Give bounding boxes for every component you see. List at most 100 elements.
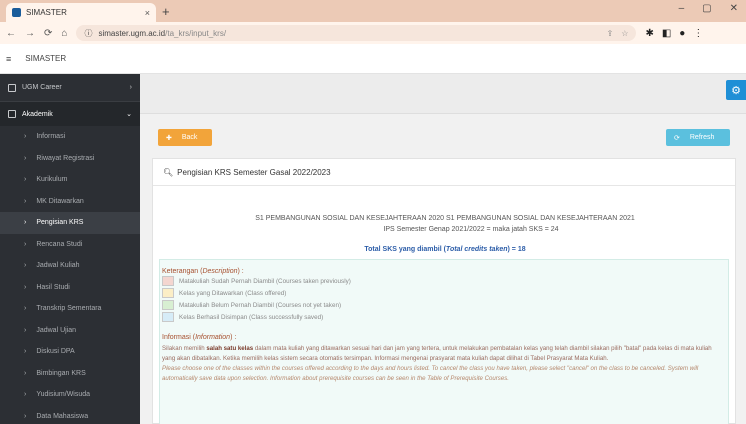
legend-label: Kelas yang Ditawarkan (Class offered) bbox=[179, 289, 287, 297]
sidebar-item-label: Diskusi DPA bbox=[36, 348, 75, 356]
url-field[interactable]: ⓘ simaster.ugm.ac.id/ta_krs/input_krs/ ⇪… bbox=[76, 25, 637, 41]
tab-title: SIMASTER bbox=[26, 8, 67, 17]
sidebar-item-label: Kurikulum bbox=[36, 176, 68, 184]
sidebar-item-label: Data Mahasiswa bbox=[36, 412, 89, 420]
url-host: simaster.ugm.ac.id bbox=[98, 28, 166, 38]
legend-row: Matakuliah Belum Pernah Diambil (Courses… bbox=[160, 299, 728, 311]
info-title-italic: Information bbox=[195, 334, 231, 341]
address-bar-row: ← → ⟳ ⌂ ⓘ simaster.ugm.ac.id/ta_krs/inpu… bbox=[0, 22, 746, 44]
bookmark-star-icon[interactable]: ☆ bbox=[621, 29, 628, 38]
sidebar-item-ugm-career[interactable]: UGM Career › bbox=[0, 74, 140, 102]
arrow-left-icon: ✚ bbox=[166, 134, 172, 142]
legend-label: Kelas Berhasil Disimpan (Class successfu… bbox=[179, 313, 324, 321]
sidebar-item[interactable]: › MK Ditawarkan bbox=[0, 191, 140, 213]
refresh-button-label: Refresh bbox=[689, 134, 715, 141]
sidebar-item-label: Transkrip Sementara bbox=[36, 305, 102, 313]
legend-title-suffix: ) : bbox=[237, 268, 244, 275]
legend-title-prefix: Keterangan ( bbox=[162, 268, 203, 275]
sidebar-item-label: Informasi bbox=[36, 133, 66, 141]
search-icon: 🔍︎ bbox=[163, 167, 174, 177]
sidebar-item[interactable]: › Data Mahasiswa bbox=[0, 406, 140, 424]
legend-swatch bbox=[162, 300, 174, 310]
forward-nav-icon[interactable]: → bbox=[25, 28, 35, 39]
main-content: ⚙ ✚ Back ⟳ Refresh 🔍︎ Pengisian KRS Seme… bbox=[140, 74, 746, 424]
sidebar: UGM Career › Akademik ⌄ › Informasi › Riway… bbox=[0, 74, 140, 424]
profile-icon[interactable]: ● bbox=[679, 28, 685, 39]
share-icon[interactable]: ⇪ bbox=[607, 29, 614, 38]
back-button-label: Back bbox=[181, 134, 198, 141]
sidebar-item[interactable]: › Yudisium/Wisuda bbox=[0, 384, 140, 406]
tab-close-icon[interactable]: × bbox=[145, 8, 150, 18]
chevron-right-icon: › bbox=[24, 391, 27, 399]
sidebar-item[interactable]: › Pengisian KRS bbox=[0, 212, 140, 234]
ips-line: IPS Semester Genap 2021/2022 = maka jata… bbox=[383, 226, 559, 233]
legend-title: Keterangan (Description) : bbox=[160, 268, 728, 275]
browser-menu-icon[interactable]: ⋮ bbox=[693, 28, 703, 39]
chevron-right-icon: › bbox=[24, 154, 27, 162]
sidebar-group-akademik[interactable]: Akademik ⌄ bbox=[0, 102, 140, 126]
legend-swatch bbox=[162, 276, 174, 286]
total-credits: Total SKS yang diambil (Total credits ta… bbox=[153, 246, 737, 253]
sidebar-item[interactable]: › Transkrip Sementara bbox=[0, 298, 140, 320]
legend-swatch bbox=[162, 312, 174, 322]
chevron-right-icon: › bbox=[24, 305, 27, 313]
sidebar-group-label: Akademik bbox=[22, 110, 53, 118]
app-title: SIMASTER bbox=[25, 54, 67, 63]
sidebar-item[interactable]: › Hasil Studi bbox=[0, 277, 140, 299]
browser-tab[interactable]: SIMASTER × bbox=[6, 3, 156, 22]
home-icon[interactable]: ⌂ bbox=[61, 28, 67, 39]
sidebar-item-label: MK Ditawarkan bbox=[36, 197, 84, 205]
panel-heading: 🔍︎ Pengisian KRS Semester Gasal 2022/202… bbox=[153, 159, 735, 186]
sidebar-item[interactable]: › Rencana Studi bbox=[0, 234, 140, 256]
info-title-prefix: Informasi ( bbox=[162, 334, 196, 341]
reload-icon[interactable]: ⟳ bbox=[44, 28, 52, 39]
sidebar-item[interactable]: › Riwayat Registrasi bbox=[0, 148, 140, 170]
program-line: S1 PEMBANGUNAN SOSIAL DAN KESEJAHTERAAN … bbox=[255, 215, 635, 222]
chevron-right-icon: › bbox=[24, 262, 27, 270]
url-path: /ta_krs/input_krs/ bbox=[165, 28, 227, 38]
chevron-right-icon: › bbox=[24, 176, 27, 184]
minimize-button[interactable]: – bbox=[679, 3, 685, 14]
sidepanel-icon[interactable]: ◧ bbox=[662, 28, 671, 39]
chevron-right-icon: › bbox=[24, 348, 27, 356]
sidebar-item-label: Pengisian KRS bbox=[36, 219, 84, 227]
info-p1-prefix: Silakan memilih bbox=[162, 345, 207, 352]
content-topbar: ⚙ bbox=[140, 74, 746, 114]
sidebar-item[interactable]: › Diskusi DPA bbox=[0, 341, 140, 363]
chevron-down-icon: ⌄ bbox=[126, 111, 132, 118]
site-info-icon[interactable]: ⓘ bbox=[84, 28, 92, 39]
legend-row: Kelas yang Ditawarkan (Class offered) bbox=[160, 287, 728, 299]
refresh-icon: ⟳ bbox=[674, 134, 680, 142]
program-info: S1 PEMBANGUNAN SOSIAL DAN KESEJAHTERAAN … bbox=[153, 213, 737, 235]
book-icon bbox=[8, 110, 16, 118]
sidebar-item-label: Jadwal Ujian bbox=[36, 326, 77, 334]
extensions-icon[interactable]: ✱ bbox=[645, 28, 653, 39]
sidebar-item[interactable]: › Kurikulum bbox=[0, 169, 140, 191]
hamburger-menu-icon[interactable]: ≡ bbox=[6, 54, 11, 64]
sidebar-item[interactable]: › Informasi bbox=[0, 126, 140, 148]
back-nav-icon[interactable]: ← bbox=[6, 28, 16, 39]
sidebar-item[interactable]: › Bimbingan KRS bbox=[0, 363, 140, 385]
chevron-right-icon: › bbox=[24, 369, 27, 377]
info-title-suffix: ) : bbox=[230, 334, 237, 341]
total-prefix: Total SKS yang diambil ( bbox=[364, 246, 446, 253]
close-window-button[interactable]: ✕ bbox=[730, 3, 738, 14]
refresh-button[interactable]: ⟳ Refresh bbox=[666, 129, 730, 146]
legend-row: Matakuliah Sudah Pernah Diambil (Courses… bbox=[160, 275, 728, 287]
settings-gear-icon[interactable]: ⚙ bbox=[726, 80, 746, 100]
chevron-right-icon: › bbox=[129, 84, 132, 91]
sidebar-item-label: Jadwal Kuliah bbox=[36, 262, 80, 270]
sidebar-item-label: Hasil Studi bbox=[36, 283, 70, 291]
information-title: Informasi (Information) : bbox=[160, 334, 728, 341]
new-tab-button[interactable]: + bbox=[162, 4, 170, 19]
information-text-en: Please choose one of the classes within … bbox=[162, 365, 699, 382]
sidebar-item[interactable]: › Jadwal Ujian bbox=[0, 320, 140, 342]
maximize-button[interactable]: ▢ bbox=[702, 3, 711, 14]
sidebar-item[interactable]: › Jadwal Kuliah bbox=[0, 255, 140, 277]
chevron-right-icon: › bbox=[24, 240, 27, 248]
chevron-right-icon: › bbox=[24, 219, 27, 227]
total-italic: Total credits taken bbox=[445, 246, 508, 253]
back-button[interactable]: ✚ Back bbox=[158, 129, 212, 146]
chevron-right-icon: › bbox=[24, 412, 27, 420]
sidebar-item-label: UGM Career bbox=[22, 84, 62, 91]
